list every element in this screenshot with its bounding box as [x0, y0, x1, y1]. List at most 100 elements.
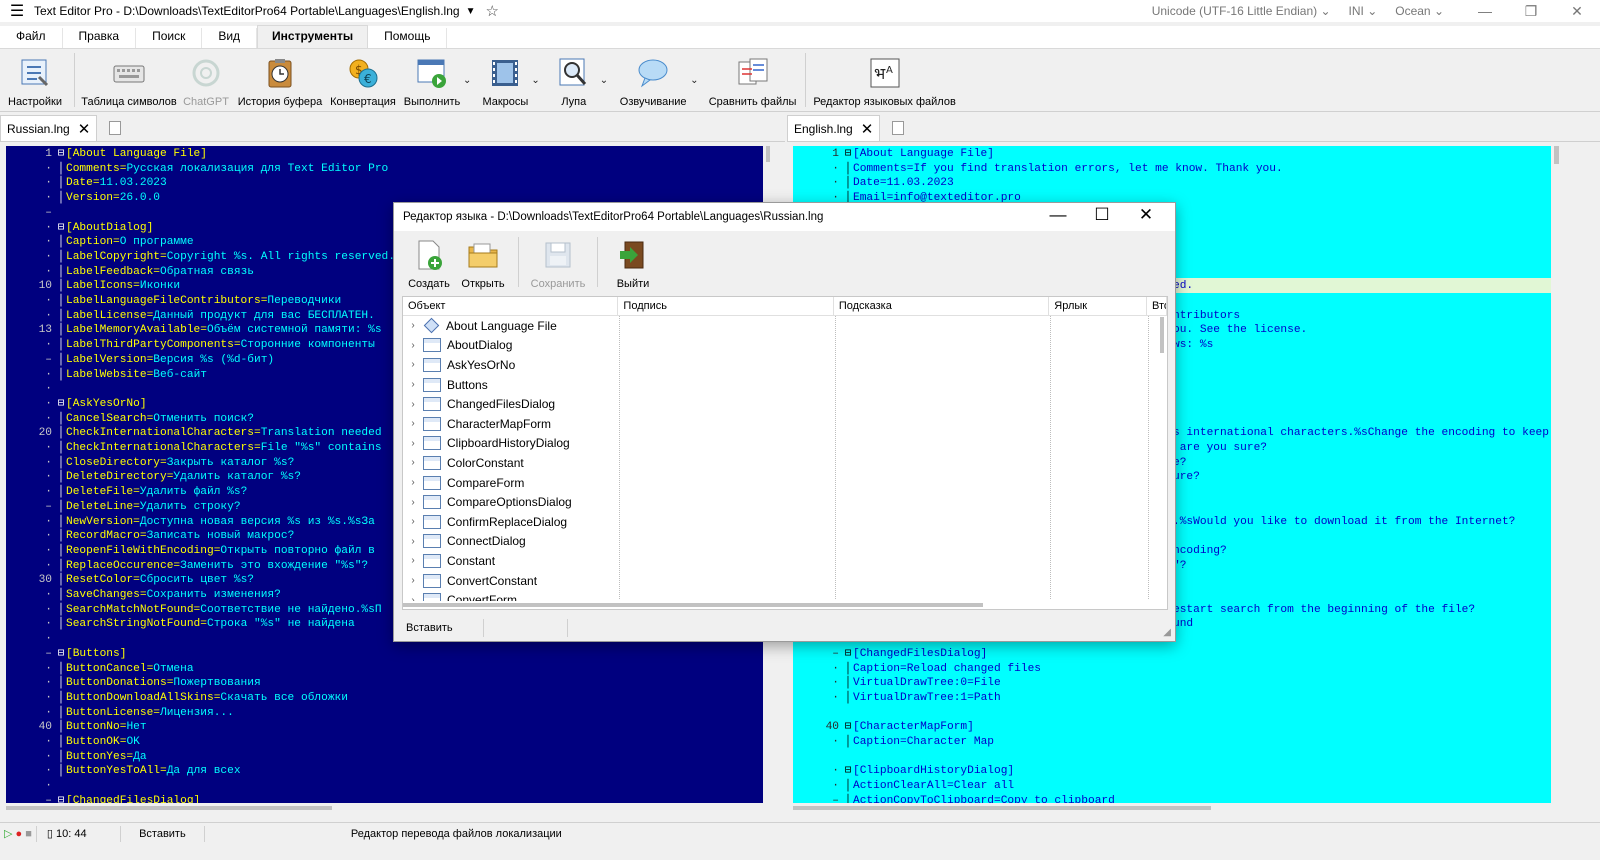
record-icon[interactable]: ●: [16, 828, 23, 840]
tree-item[interactable]: › ConfirmReplaceDialog: [403, 512, 567, 532]
chevron-right-icon[interactable]: ›: [403, 418, 423, 429]
editor-line[interactable]: · │ Date=11.03.2023: [6, 176, 763, 191]
tree-item[interactable]: › CompareOptionsDialog: [403, 492, 572, 512]
scroll-thumb[interactable]: [403, 603, 983, 607]
tree-item[interactable]: › ConnectDialog: [403, 532, 526, 552]
run-button[interactable]: Выполнить: [399, 49, 465, 111]
tree-item[interactable]: › ChangedFilesDialog: [403, 394, 555, 414]
editor-line[interactable]: · │ ButtonYesToAll=Да для всех: [6, 764, 763, 779]
language-tree-grid[interactable]: Объект Подпись Подсказка Ярлык Вто › Abou…: [402, 296, 1168, 610]
right-vertical-scrollbar[interactable]: [1551, 146, 1563, 803]
menu-tools[interactable]: Инструменты: [257, 25, 369, 48]
maximize-button[interactable]: ❐: [1508, 3, 1554, 20]
editor-line[interactable]: · │ ButtonDonations=Пожертвования: [6, 676, 763, 691]
compare-files-button[interactable]: Сравнить файлы: [705, 49, 801, 111]
tree-item[interactable]: › Constant: [403, 551, 495, 571]
chevron-right-icon[interactable]: ›: [403, 320, 423, 331]
tab-english-lng[interactable]: English.lng ✕: [787, 115, 881, 141]
column-shortcut[interactable]: Ярлык: [1049, 297, 1148, 315]
encoding-dropdown[interactable]: Unicode (UTF-16 Little Endian) ⌄: [1152, 4, 1331, 18]
editor-line[interactable]: estart search from the beginning of the …: [1173, 603, 1551, 618]
speech-button[interactable]: Озвучивание: [614, 49, 692, 111]
editor-line[interactable]: are you sure?: [1173, 441, 1551, 456]
hamburger-menu-icon[interactable]: ☰: [0, 1, 34, 21]
editor-line[interactable]: .%sWould you like to download it from th…: [1173, 515, 1551, 530]
tree-item[interactable]: › ColorConstant: [403, 453, 524, 473]
tree-item[interactable]: › About Language File: [403, 316, 557, 336]
chevron-right-icon[interactable]: ›: [403, 399, 423, 410]
scroll-thumb[interactable]: [1554, 146, 1559, 164]
editor-line[interactable]: und: [1173, 617, 1551, 632]
dialog-minimize-button[interactable]: —: [1036, 203, 1080, 231]
new-tab-icon[interactable]: [109, 121, 122, 135]
chatgpt-button[interactable]: ChatGPT: [179, 49, 233, 111]
close-button[interactable]: ✕: [1554, 3, 1600, 20]
dialog-maximize-button[interactable]: ☐: [1080, 203, 1124, 231]
editor-line[interactable]: ntributors: [1173, 309, 1551, 324]
magnifier-dropdown-icon[interactable]: ⌄: [600, 75, 608, 86]
editor-line[interactable]: · │ Caption=Character Map: [793, 735, 1551, 750]
editor-line[interactable]: · │ ButtonLicense=Лицензия...: [6, 706, 763, 721]
editor-line[interactable]: · │ ButtonYes=Да: [6, 750, 763, 765]
editor-line[interactable]: · │ ButtonCancel=Отмена: [6, 662, 763, 677]
resize-grip-icon[interactable]: ◢: [1163, 627, 1171, 638]
skin-dropdown[interactable]: Ocean ⌄: [1395, 4, 1444, 18]
dialog-close-button[interactable]: ✕: [1124, 203, 1168, 231]
editor-line[interactable]: · │ Caption=Reload changed files: [793, 662, 1551, 677]
editor-line[interactable]: – ⊟ [ChangedFilesDialog]: [793, 647, 1551, 662]
close-tab-icon[interactable]: ✕: [861, 120, 874, 138]
editor-line[interactable]: – │ ActionCopyToClipboard=Copy to clipboar…: [793, 794, 1551, 803]
editor-line[interactable]: ncoding?: [1173, 544, 1551, 559]
menu-search[interactable]: Поиск: [136, 28, 203, 48]
favorite-star-icon[interactable]: ☆: [485, 2, 498, 20]
fold-toggle-icon[interactable]: ⊟: [56, 397, 66, 412]
editor-line[interactable]: s international characters.%sChange the …: [1173, 426, 1551, 441]
chevron-right-icon[interactable]: ›: [403, 555, 423, 566]
chevron-right-icon[interactable]: ›: [403, 340, 423, 351]
editor-line[interactable]: 40 ⊟ [CharacterMapForm]: [793, 720, 1551, 735]
editor-line[interactable]: · │ ButtonOK=OK: [6, 735, 763, 750]
tree-item[interactable]: › ConvertConstant: [403, 571, 537, 591]
column-hint[interactable]: Подсказка: [834, 297, 1050, 315]
fold-toggle-icon[interactable]: ⊟: [843, 720, 853, 735]
chevron-right-icon[interactable]: ›: [403, 457, 423, 468]
editor-line[interactable]: · │ Date=11.03.2023: [793, 176, 1551, 191]
right-horizontal-scrollbar[interactable]: [793, 804, 1563, 812]
exit-button[interactable]: Выйти: [606, 231, 660, 293]
editor-line[interactable]: e?: [1173, 456, 1551, 471]
editor-line[interactable]: – ⊟ [ChangedFilesDialog]: [6, 794, 763, 803]
chevron-right-icon[interactable]: ›: [403, 359, 423, 370]
editor-line[interactable]: "?: [1173, 559, 1551, 574]
column-caption[interactable]: Подпись: [618, 297, 834, 315]
speech-dropdown-icon[interactable]: ⌄: [690, 75, 698, 86]
menu-view[interactable]: Вид: [202, 28, 258, 48]
chevron-right-icon[interactable]: ›: [403, 536, 423, 547]
fold-toggle-icon[interactable]: ⊟: [56, 794, 66, 803]
convert-button[interactable]: $ € Конвертация: [327, 49, 399, 111]
fold-toggle-icon[interactable]: ⊟: [56, 221, 66, 236]
save-button[interactable]: Сохранить: [527, 231, 589, 293]
editor-line[interactable]: ed.: [1173, 279, 1551, 294]
tree-item[interactable]: › AboutDialog: [403, 336, 512, 356]
char-table-button[interactable]: Таблица символов: [79, 49, 179, 111]
tab-russian-lng[interactable]: Russian.lng ✕: [0, 115, 98, 141]
chevron-right-icon[interactable]: ›: [403, 379, 423, 390]
tree-item[interactable]: › AskYesOrNo: [403, 355, 515, 375]
tree-item[interactable]: › CharacterMapForm: [403, 414, 551, 434]
highlighter-dropdown[interactable]: INI ⌄: [1349, 4, 1378, 18]
left-horizontal-scrollbar[interactable]: [6, 804, 773, 812]
fold-toggle-icon[interactable]: ⊟: [843, 147, 853, 162]
tree-item[interactable]: › ClipboardHistoryDialog: [403, 434, 570, 454]
scroll-thumb[interactable]: [1160, 317, 1164, 353]
run-dropdown-icon[interactable]: ⌄: [463, 75, 471, 86]
lang-editor-button[interactable]: भA Редактор языковых файлов: [810, 49, 960, 111]
scroll-thumb[interactable]: [793, 806, 1211, 810]
chevron-right-icon[interactable]: ›: [403, 516, 423, 527]
editor-line[interactable]: · │ ActionClearAll=Clear all: [793, 779, 1551, 794]
create-button[interactable]: Создать: [402, 231, 456, 293]
minimize-button[interactable]: —: [1462, 3, 1508, 19]
stop-icon[interactable]: ■: [25, 828, 32, 840]
chevron-right-icon[interactable]: ›: [403, 477, 423, 488]
macros-dropdown-icon[interactable]: ⌄: [531, 75, 539, 86]
editor-line[interactable]: ure?: [1173, 470, 1551, 485]
